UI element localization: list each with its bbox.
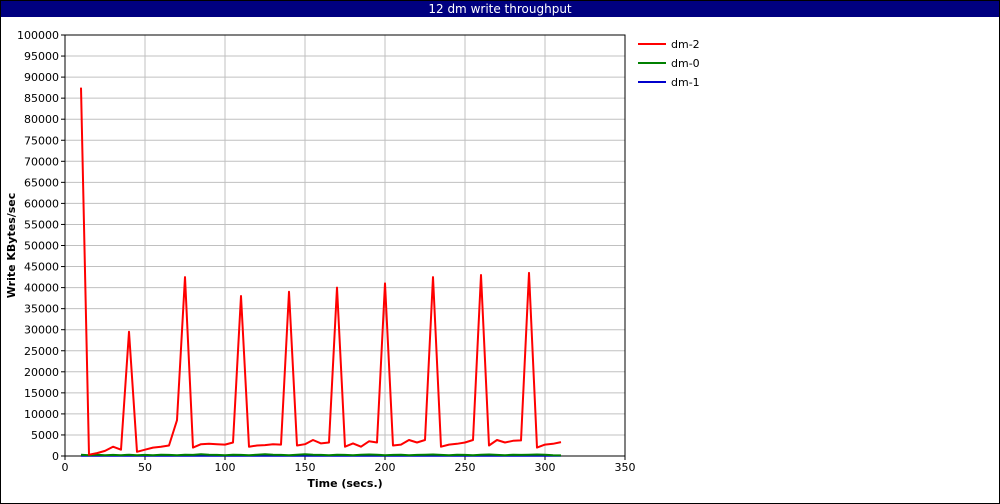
y-tick-label: 55000 — [24, 218, 59, 231]
y-tick-label: 70000 — [24, 155, 59, 168]
series-line-dm-2 — [80, 87, 562, 456]
y-tick-label: 5000 — [31, 429, 59, 442]
y-tick-label: 10000 — [24, 408, 59, 421]
y-tick-label: 85000 — [24, 92, 59, 105]
legend: dm-2 dm-0 dm-1 — [638, 38, 700, 89]
x-tick-label: 100 — [215, 461, 236, 474]
x-axis-label: Time (secs.) — [307, 477, 382, 490]
y-tick-label: 65000 — [24, 176, 59, 189]
legend-label-dm-2: dm-2 — [671, 38, 700, 51]
x-axis: 0 50 100 150 200 250 300 350 — [62, 456, 636, 474]
y-tick-label: 60000 — [24, 197, 59, 210]
y-tick-label: 50000 — [24, 240, 59, 253]
y-tick-label: 0 — [52, 450, 59, 463]
legend-label-dm-0: dm-0 — [671, 57, 700, 70]
x-tick-label: 250 — [455, 461, 476, 474]
y-tick-label: 25000 — [24, 345, 59, 358]
y-tick-label: 30000 — [24, 324, 59, 337]
y-tick-label: 95000 — [24, 50, 59, 63]
y-tick-label: 75000 — [24, 134, 59, 147]
y-tick-label: 80000 — [24, 113, 59, 126]
chart-svg: 0 5000 10000 15000 20000 25000 30000 35000 40000… — [5, 29, 700, 490]
y-axis: 0 5000 10000 15000 20000 25000 30000 35000 40000… — [17, 29, 65, 463]
x-tick-label: 350 — [615, 461, 636, 474]
series-line-dm-0 — [80, 453, 562, 457]
series-lines — [80, 87, 562, 457]
legend-label-dm-1: dm-1 — [671, 76, 700, 89]
y-axis-label: Write KBytes/sec — [5, 193, 18, 299]
y-tick-label: 35000 — [24, 303, 59, 316]
y-tick-label: 20000 — [24, 366, 59, 379]
x-tick-label: 150 — [295, 461, 316, 474]
y-tick-label: 90000 — [24, 71, 59, 84]
x-tick-label: 200 — [375, 461, 396, 474]
y-tick-label: 100000 — [17, 29, 59, 42]
y-tick-label: 15000 — [24, 387, 59, 400]
y-tick-label: 40000 — [24, 282, 59, 295]
x-tick-label: 0 — [62, 461, 69, 474]
x-tick-label: 300 — [535, 461, 556, 474]
y-tick-label: 45000 — [24, 261, 59, 274]
grid-lines — [64, 34, 626, 457]
x-tick-label: 50 — [138, 461, 152, 474]
